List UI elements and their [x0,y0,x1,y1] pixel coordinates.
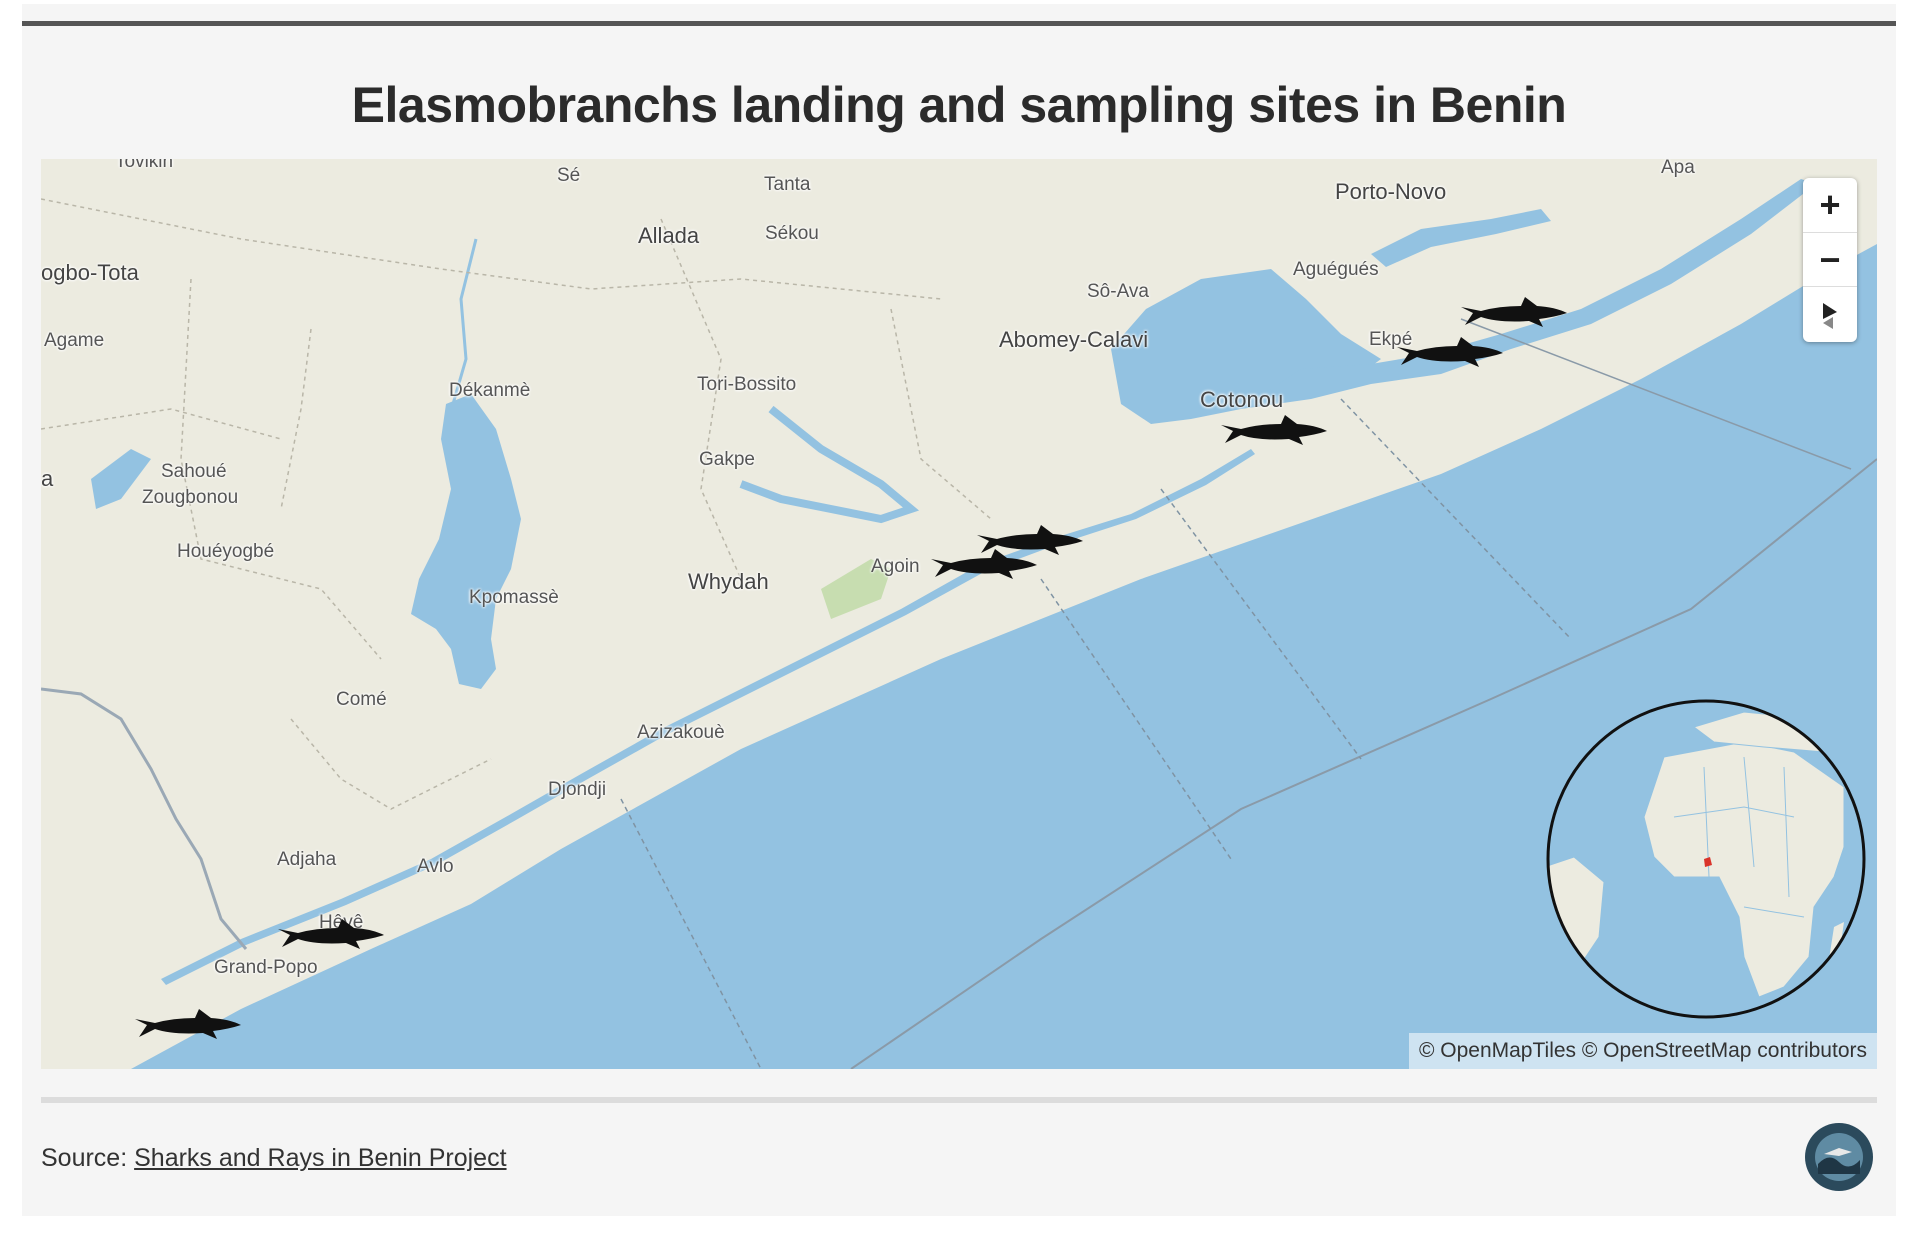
map-container[interactable]: Tovikin Sé Tanta Allada Sékou Porto-Novo… [41,159,1877,1069]
place-label: Adjaha [277,849,337,870]
place-label: Porto-Novo [1335,179,1447,204]
lagoon-north [1371,209,1551,267]
place-label: Grand-Popo [214,957,318,978]
top-divider [22,21,1896,26]
shark-icon [1397,337,1503,367]
chart-card: Elasmobranchs landing and sampling sites… [22,4,1896,1216]
place-label: Comé [336,689,387,710]
locator-globe [1546,699,1866,1019]
source-line: Source: Sharks and Rays in Benin Project [41,1144,507,1173]
place-label: Whydah [688,569,769,594]
shark-marker[interactable] [929,549,1039,590]
shark-icon [931,549,1037,579]
place-label: Kpomassè [469,587,559,608]
shark-icon [278,919,384,949]
source-prefix: Source: [41,1144,135,1172]
zoom-controls: + − [1803,178,1857,342]
lake-aheme [411,394,521,689]
map-attribution[interactable]: © OpenMapTiles © OpenStreetMap contribut… [1408,1033,1877,1069]
river-so [739,405,920,524]
bottom-divider [41,1097,1877,1103]
place-label: Aguégués [1293,259,1379,280]
place-label: Agoin [871,556,920,577]
place-label: Avlo [417,856,454,877]
source-link[interactable]: Sharks and Rays in Benin Project [134,1144,506,1172]
shark-marker[interactable] [1459,297,1569,338]
globe-south-america [1548,856,1605,1008]
river-mono [41,687,248,950]
place-label: Zougbonou [142,487,239,508]
place-label: Dékanmè [449,380,531,401]
place-label: Azizakouè [637,722,725,743]
place-label: Cotonou [1200,387,1284,412]
place-label: Agame [44,330,105,351]
place-label: Tanta [764,174,811,195]
place-label: Tori-Bossito [697,374,797,395]
shark-marker[interactable] [276,919,386,960]
shark-icon [1461,297,1567,327]
zoom-in-button[interactable]: + [1803,178,1857,232]
place-label: Apa [1661,159,1695,178]
place-label: Sahoué [161,461,227,482]
reset-view-icon [1823,303,1837,329]
place-label: Sô-Ava [1087,281,1149,302]
place-label: Houéyogbé [177,541,275,562]
place-label: ogbo-Tota [41,260,139,285]
shark-marker[interactable] [133,1009,243,1050]
map-title: Elasmobranchs landing and sampling sites… [351,77,1567,133]
place-label: Tovikin [115,159,174,172]
club-logo [1805,1123,1873,1191]
place-label: Gakpe [699,449,755,470]
shark-icon [135,1009,241,1039]
zoom-out-button[interactable]: − [1803,232,1857,287]
shark-marker[interactable] [1395,337,1505,378]
place-label: Djondji [548,779,607,800]
place-label: Sé [557,165,581,186]
place-label: a [41,466,54,491]
place-label: Abomey-Calavi [999,327,1149,352]
place-label: Sékou [765,223,819,244]
reset-view-button[interactable] [1803,286,1857,341]
shark-icon [1221,415,1327,445]
shark-marker[interactable] [1219,415,1329,456]
place-label: Allada [638,223,700,248]
